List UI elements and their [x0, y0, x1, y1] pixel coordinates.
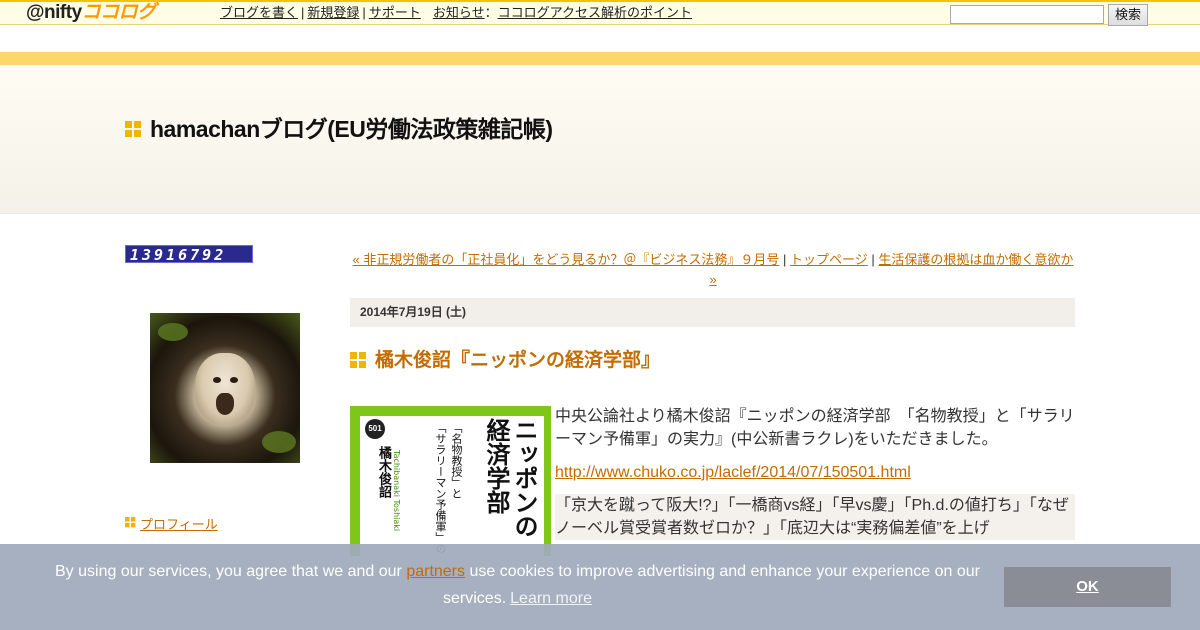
- search-input[interactable]: [950, 5, 1104, 24]
- book-subtitle-line2: 「サラリーマン予備軍」の: [434, 422, 447, 554]
- title-squares-icon: [125, 121, 141, 137]
- support-link[interactable]: サポート: [369, 5, 421, 20]
- blog-header-banner: hamachanブログ(EU労働法政策雑記帳): [0, 65, 1200, 214]
- book-subtitle: 「名物教授」と 「サラリーマン予備軍」の: [432, 422, 464, 554]
- search-button[interactable]: 検索: [1108, 4, 1148, 26]
- top-navbar: @niftyココログ ブログを書く | 新規登録 | サポート お知らせ：ココログアクセス…: [0, 0, 1200, 26]
- nav-separator: |: [301, 5, 305, 20]
- post-title-squares-icon: [350, 352, 366, 368]
- top-nav-links: ブログを書く | 新規登録 | サポート お知らせ：ココログアクセス解析のポイント: [220, 4, 692, 21]
- post-paragraph: 中央公論社より橘木俊詔『ニッポンの経済学部 「名物教授」と「サラリーマン予備軍」…: [555, 408, 1075, 448]
- profile-photo: [150, 313, 300, 463]
- prev-post-link[interactable]: « 非正規労働者の「正社員化」をどう見るか？＠『ビジネス法務』９月号: [353, 252, 780, 267]
- nifty-cocolog-logo[interactable]: @niftyココログ: [26, 3, 156, 23]
- nav-separator: |: [362, 5, 366, 20]
- blog-title[interactable]: hamachanブログ(EU労働法政策雑記帳): [150, 114, 553, 144]
- post-date: 2014年7月19日 (土): [350, 298, 1075, 327]
- book-cover-inner: 501 橘木俊詔 Tachibanaki Toshiaki 「名物教授」と 「サラ…: [360, 416, 544, 556]
- cookie-ok-button[interactable]: OK: [1004, 567, 1171, 607]
- access-counter: 13916792: [125, 245, 253, 264]
- profile-link[interactable]: プロフィール: [140, 514, 218, 533]
- learn-more-link[interactable]: Learn more: [510, 590, 592, 607]
- book-series-number: 501: [365, 419, 385, 439]
- cookie-consent-banner: By using our services, you agree that we…: [0, 544, 1200, 630]
- access-analysis-link[interactable]: ココログアクセス解析のポイント: [498, 5, 692, 20]
- cookie-text-start: By using our services, you agree that we…: [55, 563, 407, 580]
- post-navigation: « 非正規労働者の「正社員化」をどう見るか？＠『ビジネス法務』９月号 | トップ…: [350, 250, 1076, 290]
- post-title[interactable]: 橘木俊詔『ニッポンの経済学部』: [375, 347, 660, 374]
- book-main-title: ニッポンの 経済学部: [482, 418, 538, 538]
- notice-colon: ：: [484, 5, 498, 20]
- book-title-line1: ニッポンの: [510, 418, 538, 538]
- register-link[interactable]: 新規登録: [307, 5, 359, 20]
- book-title-line2: 経済学部: [482, 418, 510, 514]
- post-body: 中央公論社より橘木俊詔『ニッポンの経済学部 「名物教授」と「サラリーマン予備軍」…: [555, 405, 1075, 550]
- cookie-message: By using our services, you agree that we…: [40, 558, 995, 612]
- nav-separator: |: [871, 252, 875, 267]
- book-subtitle-line1: 「名物教授」と: [450, 422, 463, 499]
- publisher-link[interactable]: http://www.chuko.co.jp/laclef/2014/07/15…: [555, 464, 911, 481]
- partners-link[interactable]: partners: [406, 563, 465, 580]
- book-author: 橘木俊詔: [376, 446, 391, 498]
- home-link[interactable]: トップページ: [790, 252, 868, 267]
- notice-link[interactable]: お知らせ: [433, 5, 485, 20]
- nav-separator: |: [783, 252, 787, 267]
- book-cover-image[interactable]: 501 橘木俊詔 Tachibanaki Toshiaki 「名物教授」と 「サラ…: [350, 406, 551, 556]
- header-stripe: [0, 52, 1200, 65]
- write-blog-link[interactable]: ブログを書く: [220, 5, 298, 20]
- post-quote: 「京大を蹴って阪大!?」「一橋商vs経」「早vs慶」「Ph.d.の値打ち」「なぜ…: [555, 494, 1075, 540]
- logo-cocolog-text: ココログ: [81, 2, 157, 23]
- profile-squares-icon: [125, 517, 136, 528]
- book-author-romaji: Tachibanaki Toshiaki: [392, 450, 401, 532]
- logo-nifty-text: @nifty: [26, 2, 82, 23]
